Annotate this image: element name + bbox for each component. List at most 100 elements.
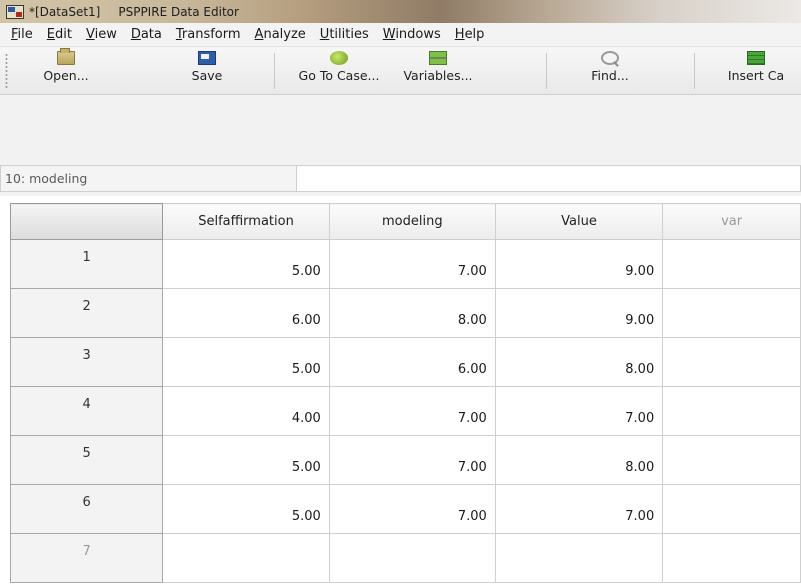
data-cell[interactable]: 9.00: [494, 239, 664, 289]
data-cell[interactable]: [662, 337, 801, 387]
menu-file-label: ile: [17, 26, 33, 42]
data-cell[interactable]: 8.00: [494, 337, 664, 387]
menu-transform[interactable]: Transform: [169, 24, 248, 46]
menu-windows[interactable]: Windows: [376, 24, 448, 46]
menu-utilities-mnemonic: U: [319, 26, 330, 42]
data-cell[interactable]: [662, 239, 801, 289]
menu-data-label: ata: [140, 26, 162, 42]
insert-case-button[interactable]: Insert Ca: [712, 51, 800, 91]
table-row: 3 5.00 6.00 8.00: [9, 337, 801, 387]
data-grid: Selfaffirmation modeling Value var 1 5.0…: [9, 203, 801, 583]
floppy-disk-icon: [198, 51, 216, 65]
menu-transform-label: ransform: [181, 26, 241, 42]
menu-edit-mnemonic: E: [46, 26, 55, 42]
data-cell[interactable]: 8.00: [328, 288, 496, 338]
menu-view-label: iew: [94, 26, 117, 42]
cell-reference-bar: 10: modeling: [0, 95, 801, 196]
table-row: 5 5.00 7.00 8.00: [9, 435, 801, 485]
title-bar: *[DataSet1] PSPPIRE Data Editor: [0, 0, 801, 23]
window-app-title: PSPPIRE Data Editor: [118, 4, 239, 19]
column-header-row: Selfaffirmation modeling Value var: [9, 203, 801, 240]
menu-analyze[interactable]: Analyze: [248, 24, 313, 46]
data-cell[interactable]: [494, 533, 664, 583]
data-cell[interactable]: [662, 435, 801, 485]
insert-case-icon: [747, 51, 765, 65]
data-cell[interactable]: 6.00: [162, 288, 330, 338]
menu-analyze-label: nalyze: [263, 26, 306, 42]
toolbar-grip-handle[interactable]: [5, 53, 8, 89]
menu-bar: File Edit View Data Transform Analyze Ut…: [0, 23, 801, 47]
select-all-corner[interactable]: [9, 203, 164, 240]
open-button[interactable]: Open...: [34, 48, 98, 91]
menu-utilities[interactable]: Utilities: [313, 24, 376, 46]
column-header-value[interactable]: Value: [494, 203, 664, 240]
row-header[interactable]: 2: [9, 288, 164, 338]
row-header[interactable]: 6: [9, 484, 164, 534]
data-cell[interactable]: 7.00: [328, 386, 496, 436]
data-cell[interactable]: 5.00: [162, 435, 330, 485]
cell-reference-label: 10: modeling: [0, 165, 297, 192]
menu-view-mnemonic: V: [85, 26, 95, 42]
data-editor-window: *[DataSet1] PSPPIRE Data Editor File Edi…: [0, 0, 801, 588]
menu-view[interactable]: View: [79, 24, 124, 46]
menu-file[interactable]: File: [4, 24, 40, 46]
column-header-selfaffirmation[interactable]: Selfaffirmation: [162, 203, 330, 240]
row-header[interactable]: 3: [9, 337, 164, 387]
menu-edit-label: dit: [55, 26, 72, 42]
table-row: 2 6.00 8.00 9.00: [9, 288, 801, 338]
data-cell[interactable]: 4.00: [162, 386, 330, 436]
window-dataset-name: *[DataSet1]: [29, 4, 101, 19]
data-cell[interactable]: 6.00: [328, 337, 496, 387]
insert-case-button-label: Insert Ca: [727, 68, 785, 83]
go-to-case-button[interactable]: Go To Case...: [290, 51, 388, 91]
column-header-var[interactable]: var: [662, 203, 801, 240]
app-icon: [6, 4, 24, 19]
data-cell[interactable]: 7.00: [494, 484, 664, 534]
data-cell[interactable]: 8.00: [494, 435, 664, 485]
toolbar-separator: [274, 53, 275, 89]
variables-button[interactable]: Variables...: [396, 51, 480, 91]
menu-utilities-label: tilities: [329, 26, 369, 42]
save-button[interactable]: Save: [180, 51, 234, 91]
data-cell[interactable]: 7.00: [494, 386, 664, 436]
data-cell[interactable]: 7.00: [328, 435, 496, 485]
data-cell[interactable]: 5.00: [162, 337, 330, 387]
row-header[interactable]: 1: [9, 239, 164, 289]
data-cell[interactable]: [662, 484, 801, 534]
folder-open-icon: [57, 48, 75, 65]
toolbar: Open... Save Go To Case... Variables... …: [0, 47, 801, 95]
row-header[interactable]: 4: [9, 386, 164, 436]
menu-windows-label: indows: [395, 26, 441, 42]
data-cell[interactable]: 7.00: [328, 484, 496, 534]
data-cell[interactable]: 5.00: [162, 239, 330, 289]
save-button-label: Save: [191, 68, 223, 83]
menu-help-mnemonic: H: [454, 26, 465, 42]
data-cell[interactable]: [662, 386, 801, 436]
go-to-case-button-label: Go To Case...: [298, 68, 380, 83]
variables-icon: [429, 51, 447, 65]
data-cell[interactable]: [162, 533, 330, 583]
find-button[interactable]: Find...: [578, 51, 642, 91]
data-cell[interactable]: 5.00: [162, 484, 330, 534]
data-cell[interactable]: [662, 533, 801, 583]
data-cell[interactable]: 7.00: [328, 239, 496, 289]
data-cell[interactable]: [662, 288, 801, 338]
menu-windows-mnemonic: W: [382, 26, 396, 42]
column-header-modeling[interactable]: modeling: [328, 203, 496, 240]
row-header[interactable]: 5: [9, 435, 164, 485]
data-cell[interactable]: 9.00: [494, 288, 664, 338]
table-row: 4 4.00 7.00 7.00: [9, 386, 801, 436]
go-to-case-icon: [330, 51, 348, 65]
menu-edit[interactable]: Edit: [40, 24, 79, 46]
data-cell[interactable]: [328, 533, 496, 583]
table-row: 6 5.00 7.00 7.00: [9, 484, 801, 534]
table-row: 1 5.00 7.00 9.00: [9, 239, 801, 289]
cell-value-input[interactable]: [297, 165, 801, 192]
menu-data-mnemonic: D: [130, 26, 141, 42]
variables-button-label: Variables...: [403, 68, 473, 83]
toolbar-separator: [694, 53, 695, 89]
row-header[interactable]: 7: [9, 533, 164, 583]
menu-data[interactable]: Data: [124, 24, 169, 46]
menu-help[interactable]: Help: [448, 24, 492, 46]
magnifier-icon: [601, 51, 619, 65]
